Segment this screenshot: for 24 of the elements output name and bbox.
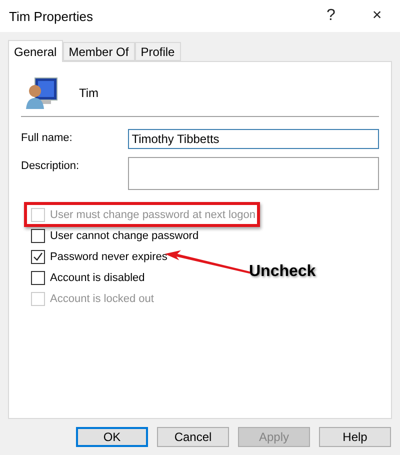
checkbox-label: User cannot change password: [50, 230, 199, 242]
user-name: Tim: [79, 86, 99, 100]
description-field[interactable]: [128, 157, 379, 190]
dialog-button[interactable]: OK: [76, 427, 148, 447]
tab[interactable]: General: [8, 40, 63, 62]
field-label: Description:: [21, 159, 80, 172]
tab[interactable]: Member Of: [62, 42, 135, 61]
help-button[interactable]: ?: [308, 0, 354, 32]
field-label: Full name:: [21, 131, 74, 144]
tab[interactable]: Profile: [134, 42, 181, 61]
close-button[interactable]: ×: [354, 0, 400, 32]
checkbox[interactable]: [31, 250, 45, 264]
input-field[interactable]: Timothy Tibbetts: [128, 129, 379, 149]
checkbox-label: Password never expires: [50, 250, 168, 262]
user-computer-icon: [25, 76, 59, 110]
checkbox[interactable]: [31, 270, 45, 284]
checkbox-label: Account is disabled: [50, 272, 145, 284]
checkbox[interactable]: [31, 228, 45, 242]
dialog-button[interactable]: Cancel: [157, 427, 229, 447]
dialog-button[interactable]: Help: [319, 427, 391, 447]
checkbox-label: User must change password at next logon: [50, 208, 256, 220]
callout-label: Uncheck: [249, 263, 316, 281]
checkbox-label: Account is locked out: [50, 292, 154, 304]
window-title: Tim Properties: [9, 8, 94, 24]
